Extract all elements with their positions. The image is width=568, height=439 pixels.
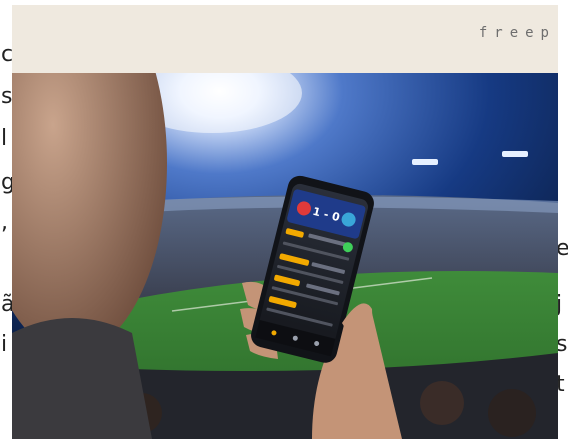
watermark-banner: freep [12,5,558,73]
left-fragment: , [1,210,8,235]
floodlight [412,159,438,165]
watermark-text: freep [478,25,556,41]
left-fragment: s [1,84,13,109]
left-fragment: i [1,332,8,357]
floodlight [502,151,528,157]
stadium-illustration: 1 - 0 [12,73,558,439]
stadium-photo: 1 - 0 [12,73,558,439]
left-fragment: l [1,126,8,151]
